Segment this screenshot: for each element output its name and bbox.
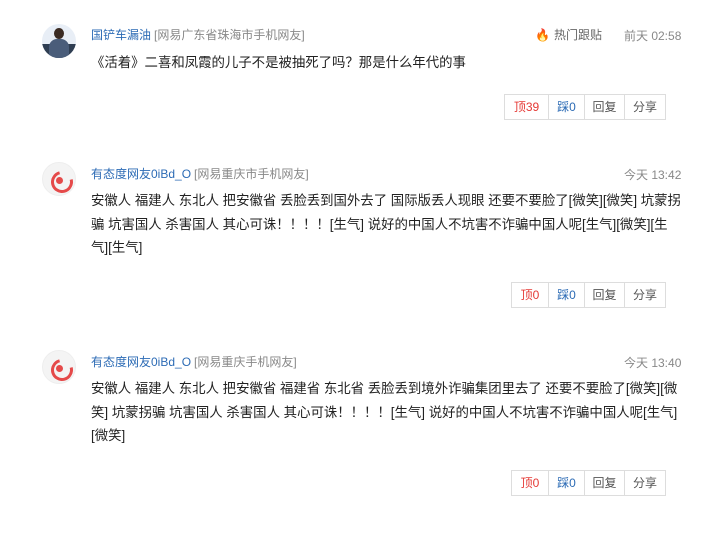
fire-icon: 🔥 bbox=[535, 28, 550, 42]
comment-content: 安徽人 福建人 东北人 把安徽省 丢脸丢到国外去了 国际版丢人现眼 还要不要脸了… bbox=[91, 193, 681, 255]
reply-button[interactable]: 回复 bbox=[584, 94, 625, 120]
downvote-button[interactable]: 踩0 bbox=[548, 282, 585, 308]
username-link[interactable]: 有态度网友0iBd_O bbox=[91, 355, 191, 369]
comment-meta: 国铲车漏油 [网易广东省珠海市手机网友] bbox=[91, 26, 305, 43]
comment-content: 《活着》二喜和凤霞的儿子不是被抽死了吗？那是什么年代的事 bbox=[91, 55, 466, 70]
downvote-button[interactable]: 踩0 bbox=[548, 94, 585, 120]
username-link[interactable]: 国铲车漏油 bbox=[91, 28, 151, 42]
share-button[interactable]: 分享 bbox=[624, 282, 666, 308]
comment-time: 今天 13:40 bbox=[624, 356, 682, 370]
comment-time: 今天 13:42 bbox=[624, 168, 682, 182]
comment-meta: 有态度网友0iBd_O [网易重庆市手机网友] bbox=[91, 165, 309, 182]
reply-button[interactable]: 回复 bbox=[584, 470, 625, 496]
avatar[interactable] bbox=[42, 24, 76, 58]
upvote-button[interactable]: 顶39 bbox=[504, 94, 549, 120]
user-location: [网易重庆手机网友] bbox=[194, 355, 297, 369]
comment-actions: 顶0 踩0 回复 分享 bbox=[511, 282, 666, 308]
comment-meta: 有态度网友0iBd_O [网易重庆手机网友] bbox=[91, 353, 297, 370]
username-link[interactable]: 有态度网友0iBd_O bbox=[91, 167, 191, 181]
comment-time: 前天 02:58 bbox=[624, 29, 682, 43]
share-button[interactable]: 分享 bbox=[624, 94, 666, 120]
user-location: [网易广东省珠海市手机网友] bbox=[154, 28, 305, 42]
share-button[interactable]: 分享 bbox=[624, 470, 666, 496]
hot-label: 热门跟贴 bbox=[553, 28, 602, 42]
user-location: [网易重庆市手机网友] bbox=[194, 167, 309, 181]
comment-actions: 顶39 踩0 回复 分享 bbox=[504, 94, 666, 120]
comment-actions: 顶0 踩0 回复 分享 bbox=[511, 470, 666, 496]
hot-follow-badge: 🔥 热门跟贴 bbox=[535, 26, 602, 43]
upvote-button[interactable]: 顶0 bbox=[511, 470, 549, 496]
upvote-button[interactable]: 顶0 bbox=[511, 282, 549, 308]
downvote-button[interactable]: 踩0 bbox=[548, 470, 585, 496]
avatar[interactable] bbox=[42, 162, 76, 196]
reply-button[interactable]: 回复 bbox=[584, 282, 625, 308]
avatar[interactable] bbox=[42, 350, 76, 384]
comment-content: 安徽人 福建人 东北人 把安徽省 福建省 东北省 丢脸丢到境外诈骗集团里去了 还… bbox=[91, 381, 678, 443]
